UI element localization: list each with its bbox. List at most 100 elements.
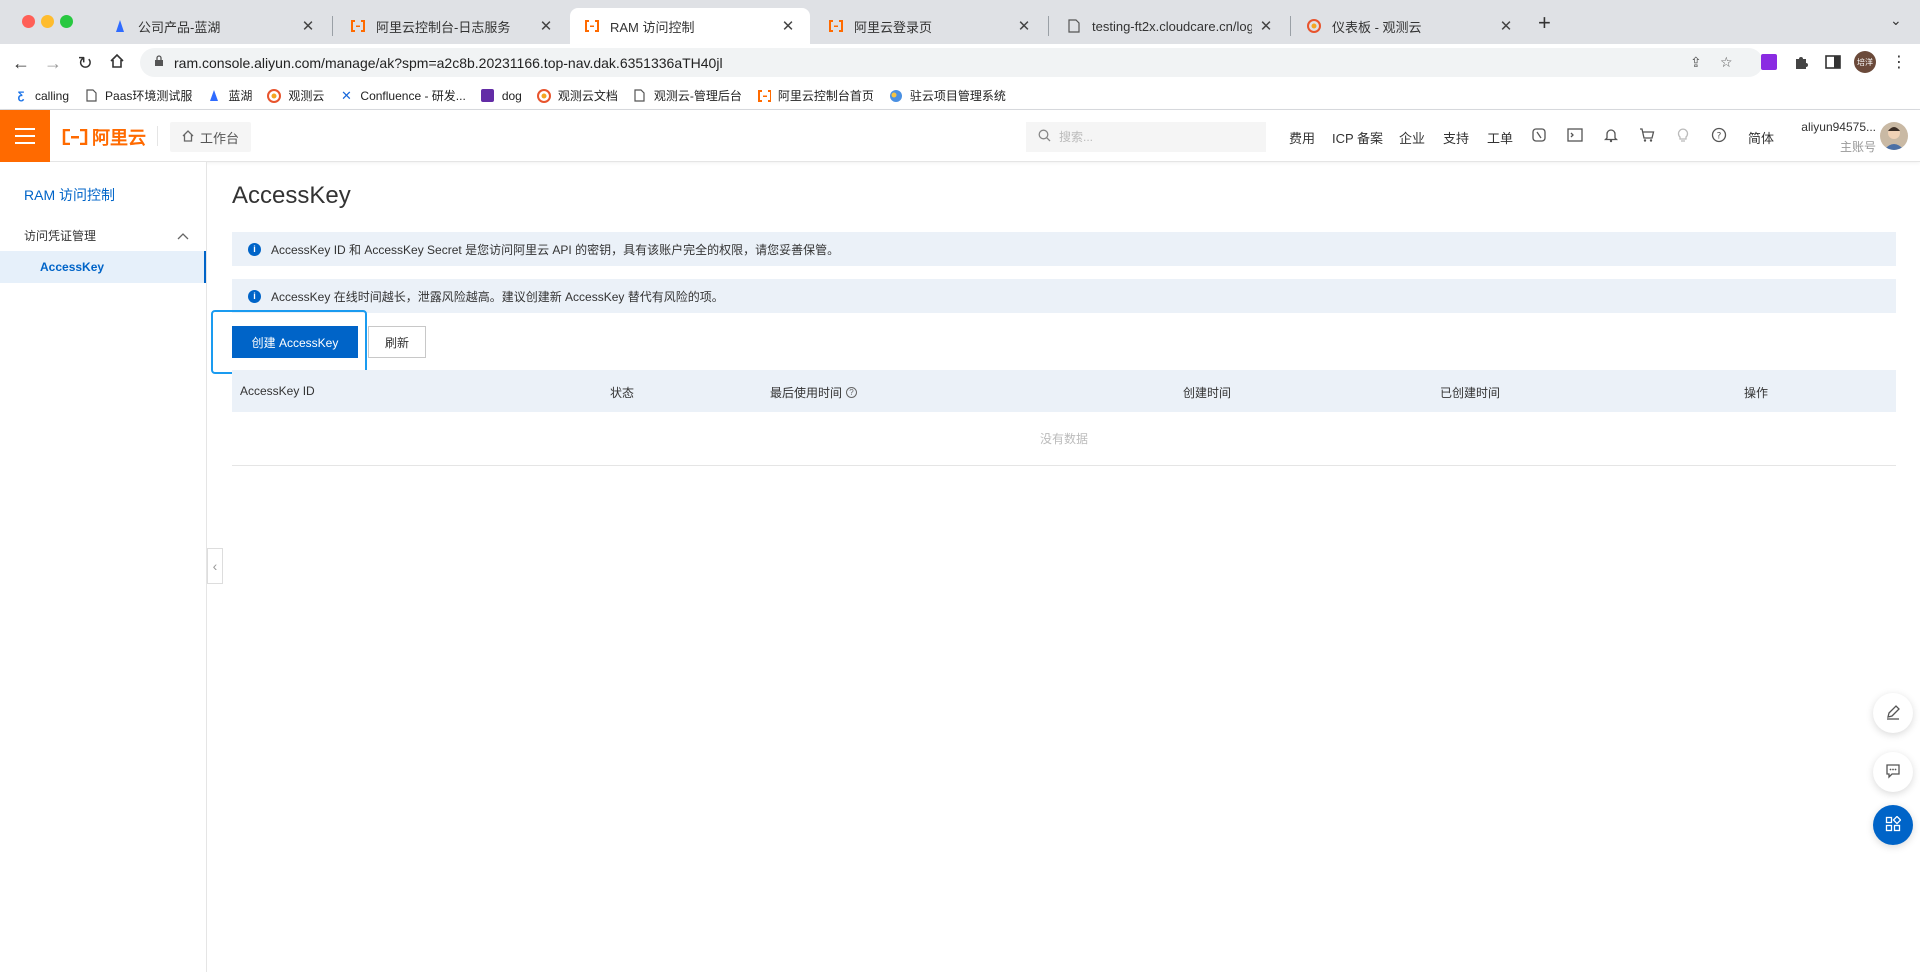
profile-initials: 培洋: [1857, 57, 1873, 67]
hamburger-menu-button[interactable]: [0, 110, 50, 162]
extension-purple-icon[interactable]: [1760, 53, 1778, 71]
bookmark-label: 驻云项目管理系统: [909, 89, 1006, 103]
forward-button[interactable]: →: [42, 53, 64, 73]
aliyun-favicon-icon: [350, 18, 366, 34]
tab-divider: [1290, 16, 1291, 36]
bookmark-confluence[interactable]: ✕ Confluence - 研发...: [339, 87, 466, 104]
back-button[interactable]: ←: [10, 53, 32, 73]
bell-icon[interactable]: [1602, 126, 1620, 144]
browser-tab-lanhu[interactable]: 公司产品-蓝湖 ✕: [98, 8, 330, 44]
bookmark-lanhu[interactable]: 蓝湖: [207, 87, 252, 104]
browser-tab-testing[interactable]: testing-ft2x.cloudcare.cn/login ✕: [1052, 8, 1288, 44]
window-close-button[interactable]: [22, 15, 35, 28]
bookmark-label: 观测云: [288, 89, 325, 103]
workbench-button[interactable]: 工作台: [170, 122, 252, 152]
window-zoom-button[interactable]: [60, 15, 73, 28]
profile-avatar[interactable]: 培洋: [1854, 51, 1876, 73]
tab-title: RAM 访问控制: [610, 19, 695, 35]
column-header: 操作: [1744, 386, 1769, 400]
sidebar-item-label: AccessKey: [40, 260, 105, 274]
lightbulb-icon[interactable]: [1674, 126, 1692, 144]
column-header: 创建时间: [1183, 386, 1232, 400]
console-search[interactable]: [1026, 122, 1266, 152]
bookmark-guance-admin[interactable]: 观测云-管理后台: [633, 87, 742, 104]
svg-text:?: ?: [1717, 132, 1722, 142]
browser-tab-ram[interactable]: RAM 访问控制 ✕: [570, 8, 810, 44]
nav-link-icp[interactable]: ICP 备案: [1332, 128, 1383, 147]
chevron-up-icon: [177, 229, 189, 243]
more-menu-icon[interactable]: ⋮: [1890, 53, 1908, 71]
sidebar-group-label: 访问凭证管理: [24, 229, 97, 243]
warning-notice: i AccessKey 在线时间越长，泄露风险越高。建议创建新 AccessKe…: [232, 279, 1896, 313]
sidebar-item-accesskey[interactable]: AccessKey: [0, 251, 206, 283]
edit-feedback-button[interactable]: [1873, 693, 1913, 733]
close-icon[interactable]: ✕: [538, 17, 554, 35]
browser-tab-guance[interactable]: 仪表板 - 观测云 ✕: [1292, 8, 1528, 44]
terminal-icon[interactable]: [1566, 126, 1584, 144]
tab-title: 公司产品-蓝湖: [138, 19, 221, 35]
bookmark-aliyun-home[interactable]: 阿里云控制台首页: [757, 87, 874, 104]
apps-button[interactable]: [1873, 805, 1913, 845]
logo-text: 阿里云: [92, 128, 146, 148]
user-role: 主账号: [1839, 140, 1876, 154]
reload-button[interactable]: ↻: [74, 53, 96, 73]
chat-button[interactable]: [1873, 752, 1913, 792]
bookmark-label: 蓝湖: [228, 89, 253, 103]
new-tab-button[interactable]: +: [1538, 10, 1551, 36]
sidebar-group-credentials[interactable]: 访问凭证管理: [24, 227, 189, 244]
bookmark-paas[interactable]: Paas环境测试服: [84, 87, 192, 104]
browser-tab-bar: 公司产品-蓝湖 ✕ 阿里云控制台-日志服务 ✕ RAM 访问控制 ✕ 阿里云登录…: [0, 0, 1920, 44]
sidepanel-icon[interactable]: [1824, 53, 1842, 71]
browser-tab-aliyun-login[interactable]: 阿里云登录页 ✕: [814, 8, 1046, 44]
tab-title: 阿里云登录页: [854, 19, 933, 35]
sidebar-collapse-button[interactable]: ‹: [207, 548, 223, 584]
create-accesskey-button[interactable]: 创建 AccessKey: [232, 326, 358, 358]
nav-link-fee[interactable]: 费用: [1289, 128, 1315, 147]
close-icon[interactable]: ✕: [300, 17, 316, 35]
bookmark-guance[interactable]: 观测云: [267, 87, 324, 104]
api-icon[interactable]: [1530, 126, 1548, 144]
close-icon[interactable]: ✕: [1258, 17, 1274, 35]
close-icon[interactable]: ✕: [1016, 17, 1032, 35]
language-switch[interactable]: 简体: [1748, 128, 1774, 147]
star-icon[interactable]: ☆: [1720, 54, 1733, 71]
nav-link-support[interactable]: 支持: [1443, 128, 1469, 147]
refresh-button[interactable]: 刷新: [368, 326, 426, 358]
confluence-icon: ✕: [340, 87, 352, 103]
bookmark-project-mgmt[interactable]: 驻云项目管理系统: [889, 87, 1006, 104]
bookmark-label: 阿里云控制台首页: [777, 89, 874, 103]
bookmark-label: 观测云-管理后台: [653, 89, 742, 103]
cart-icon[interactable]: [1638, 126, 1656, 144]
bookmark-calling[interactable]: Ƹcalling: [14, 89, 69, 103]
close-icon[interactable]: ✕: [780, 17, 796, 35]
bookmark-dog[interactable]: dog: [481, 89, 522, 103]
help-icon[interactable]: ?: [1710, 126, 1728, 144]
aliyun-favicon-icon: [828, 18, 844, 34]
avatar[interactable]: [1880, 122, 1908, 150]
console-topbar: 阿里云 工作台 费用 ICP 备案 企业 支持 工单 ? 简体 aliyun94…: [0, 110, 1920, 162]
address-bar[interactable]: ram.console.aliyun.com/manage/ak?spm=a2c…: [140, 48, 1763, 77]
aliyun-logo-icon: [62, 129, 88, 145]
guance-favicon-icon: [1306, 18, 1322, 34]
tab-divider: [1048, 16, 1049, 36]
guance-icon: [267, 88, 282, 103]
help-icon[interactable]: ?: [846, 387, 858, 398]
share-icon[interactable]: ⇪: [1690, 54, 1702, 71]
user-name: aliyun94575...: [1801, 120, 1876, 134]
sidebar-title[interactable]: RAM 访问控制: [24, 185, 115, 205]
aliyun-logo[interactable]: 阿里云: [62, 124, 146, 150]
browser-tab-aliyun-log[interactable]: 阿里云控制台-日志服务 ✕: [336, 8, 568, 44]
close-icon[interactable]: ✕: [1498, 17, 1514, 35]
search-icon: [1038, 129, 1051, 145]
bookmark-guance-docs[interactable]: 观测云文档: [536, 87, 618, 104]
nav-link-ticket[interactable]: 工单: [1487, 128, 1513, 147]
bookmark-label: Paas环境测试服: [105, 89, 193, 103]
user-account[interactable]: aliyun94575... 主账号: [1780, 120, 1876, 155]
search-input[interactable]: [1059, 130, 1259, 144]
nav-link-enterprise[interactable]: 企业: [1399, 128, 1425, 147]
home-button[interactable]: [106, 53, 128, 73]
window-minimize-button[interactable]: [41, 15, 54, 28]
chevron-down-icon[interactable]: ⌄: [1890, 12, 1902, 29]
table-header: AccessKey ID 状态 最后使用时间 ? 创建时间 已创建时间 操作: [232, 370, 1896, 412]
puzzle-icon[interactable]: [1792, 53, 1810, 71]
